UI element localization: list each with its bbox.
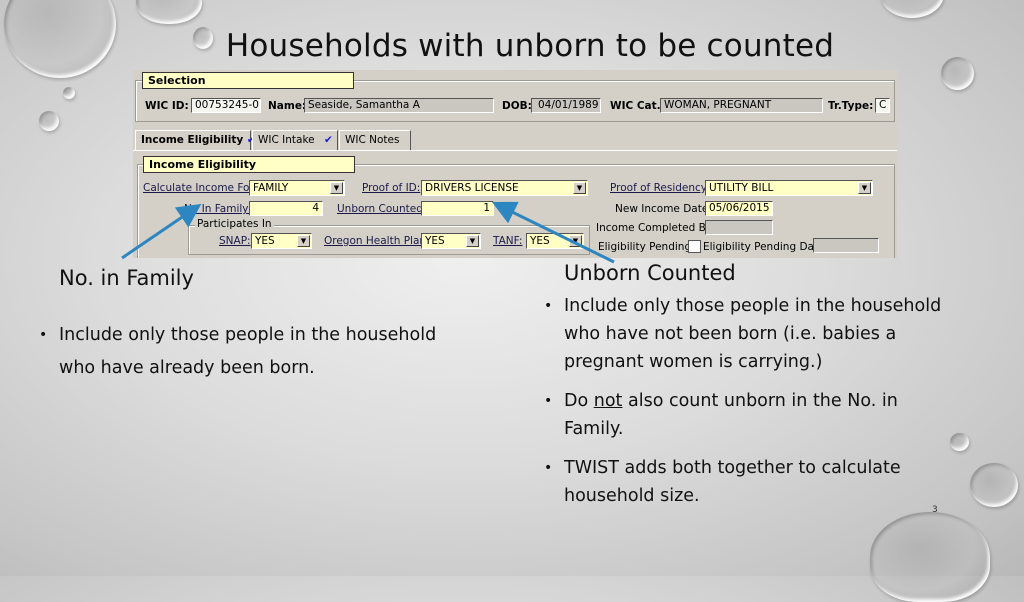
bullet-text-line: household size. xyxy=(564,486,700,506)
bullet-icon: • xyxy=(544,298,553,314)
arrow-to-unborn-counted xyxy=(491,201,615,264)
bullet-text-line: Do not also count unborn in the No. in xyxy=(564,391,898,411)
emphasis-not: not xyxy=(593,391,623,411)
bullet-text-line: Include only those people in the househo… xyxy=(564,296,942,316)
bullet-text-line: who have already been born. xyxy=(59,358,315,378)
bullet-text-line: TWIST adds both together to calculate xyxy=(564,458,901,478)
bullet-icon: • xyxy=(544,460,553,476)
page-number: 3 xyxy=(932,505,938,515)
bullet-icon: • xyxy=(39,327,48,343)
no-in-family-bullet: • Include only those people in the house… xyxy=(39,321,437,382)
bullet-text-line: who have not been born (i.e. babies a xyxy=(564,324,897,344)
arrow-to-no-in-family xyxy=(121,203,202,260)
unborn-bullet-3: • TWIST adds both together to calculate … xyxy=(544,454,901,510)
bullet-icon: • xyxy=(544,393,553,409)
unborn-bullet-2: • Do not also count unborn in the No. in… xyxy=(544,387,898,443)
unborn-counted-heading: Unborn Counted xyxy=(564,261,736,285)
bullet-text-line: Include only those people in the househo… xyxy=(59,325,437,345)
no-in-family-heading: No. in Family xyxy=(59,266,194,290)
unborn-bullet-1: • Include only those people in the house… xyxy=(544,292,942,376)
bullet-text-line: pregnant women is carrying.) xyxy=(564,352,823,372)
bullet-text-line: Family. xyxy=(564,419,624,439)
